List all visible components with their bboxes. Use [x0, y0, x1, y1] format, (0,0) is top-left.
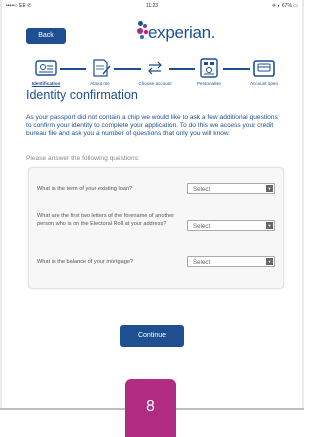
step-identification: Identification	[16, 52, 76, 86]
question-select[interactable]: Select ▼	[187, 256, 275, 267]
pin-pad-icon	[195, 57, 223, 79]
id-card-icon	[32, 57, 60, 79]
question-select[interactable]: Select ▼	[187, 220, 275, 231]
document-pencil-icon	[86, 57, 114, 79]
intro-text: As your passport did not contain a chip …	[26, 114, 278, 137]
step-label: About me	[90, 81, 110, 86]
step-label: Choose account	[138, 81, 172, 86]
select-value: Select	[193, 223, 211, 230]
step-label: Personalise	[196, 81, 221, 86]
slide-number-badge: 8	[125, 379, 176, 437]
question-text: What are the first two letters of the fo…	[37, 213, 175, 227]
tablet-frame: •••••○ EE ✆ 11:23 ✈ ◐ 67% ▭ Back experia…	[0, 0, 304, 410]
brand-name: experian.	[148, 23, 216, 42]
swap-arrows-icon	[141, 57, 169, 79]
experian-logo: experian.	[134, 19, 216, 45]
step-about-me: About me	[70, 52, 130, 86]
step-choose-account: Choose account	[125, 52, 185, 86]
step-label: Identification	[31, 81, 61, 86]
progress-steps: Identification About me Choose account P…	[22, 52, 288, 88]
status-time: 11:23	[145, 3, 159, 9]
app-screen: •••••○ EE ✆ 11:23 ✈ ◐ 67% ▭ Back experia…	[2, 0, 302, 408]
select-value: Select	[193, 186, 211, 193]
back-button[interactable]: Back	[26, 28, 66, 44]
question-text: What is the term of your existing loan?	[37, 186, 133, 192]
select-value: Select	[193, 259, 211, 266]
continue-button[interactable]: Continue	[120, 325, 184, 347]
step-label: Account open	[249, 81, 279, 86]
question-text: What is the balance of your mortgage?	[37, 259, 134, 265]
questions-prompt: Please answer the following questions:	[26, 155, 140, 162]
step-account-open: Account open	[234, 52, 294, 86]
chevron-down-icon: ▼	[266, 258, 273, 265]
status-bar: •••••○ EE ✆ 11:23 ✈ ◐ 67% ▭	[2, 0, 302, 12]
chevron-down-icon: ▼	[266, 185, 273, 192]
chevron-down-icon: ▼	[266, 222, 273, 229]
questions-panel: What is the term of your existing loan? …	[28, 167, 284, 289]
question-select[interactable]: Select ▼	[187, 183, 275, 194]
page-title: Identity confirmation	[26, 88, 138, 102]
card-reader-icon	[250, 57, 278, 79]
battery-status: ✈ ◐ 67% ▭	[271, 3, 298, 9]
step-personalise: Personalise	[179, 52, 239, 86]
